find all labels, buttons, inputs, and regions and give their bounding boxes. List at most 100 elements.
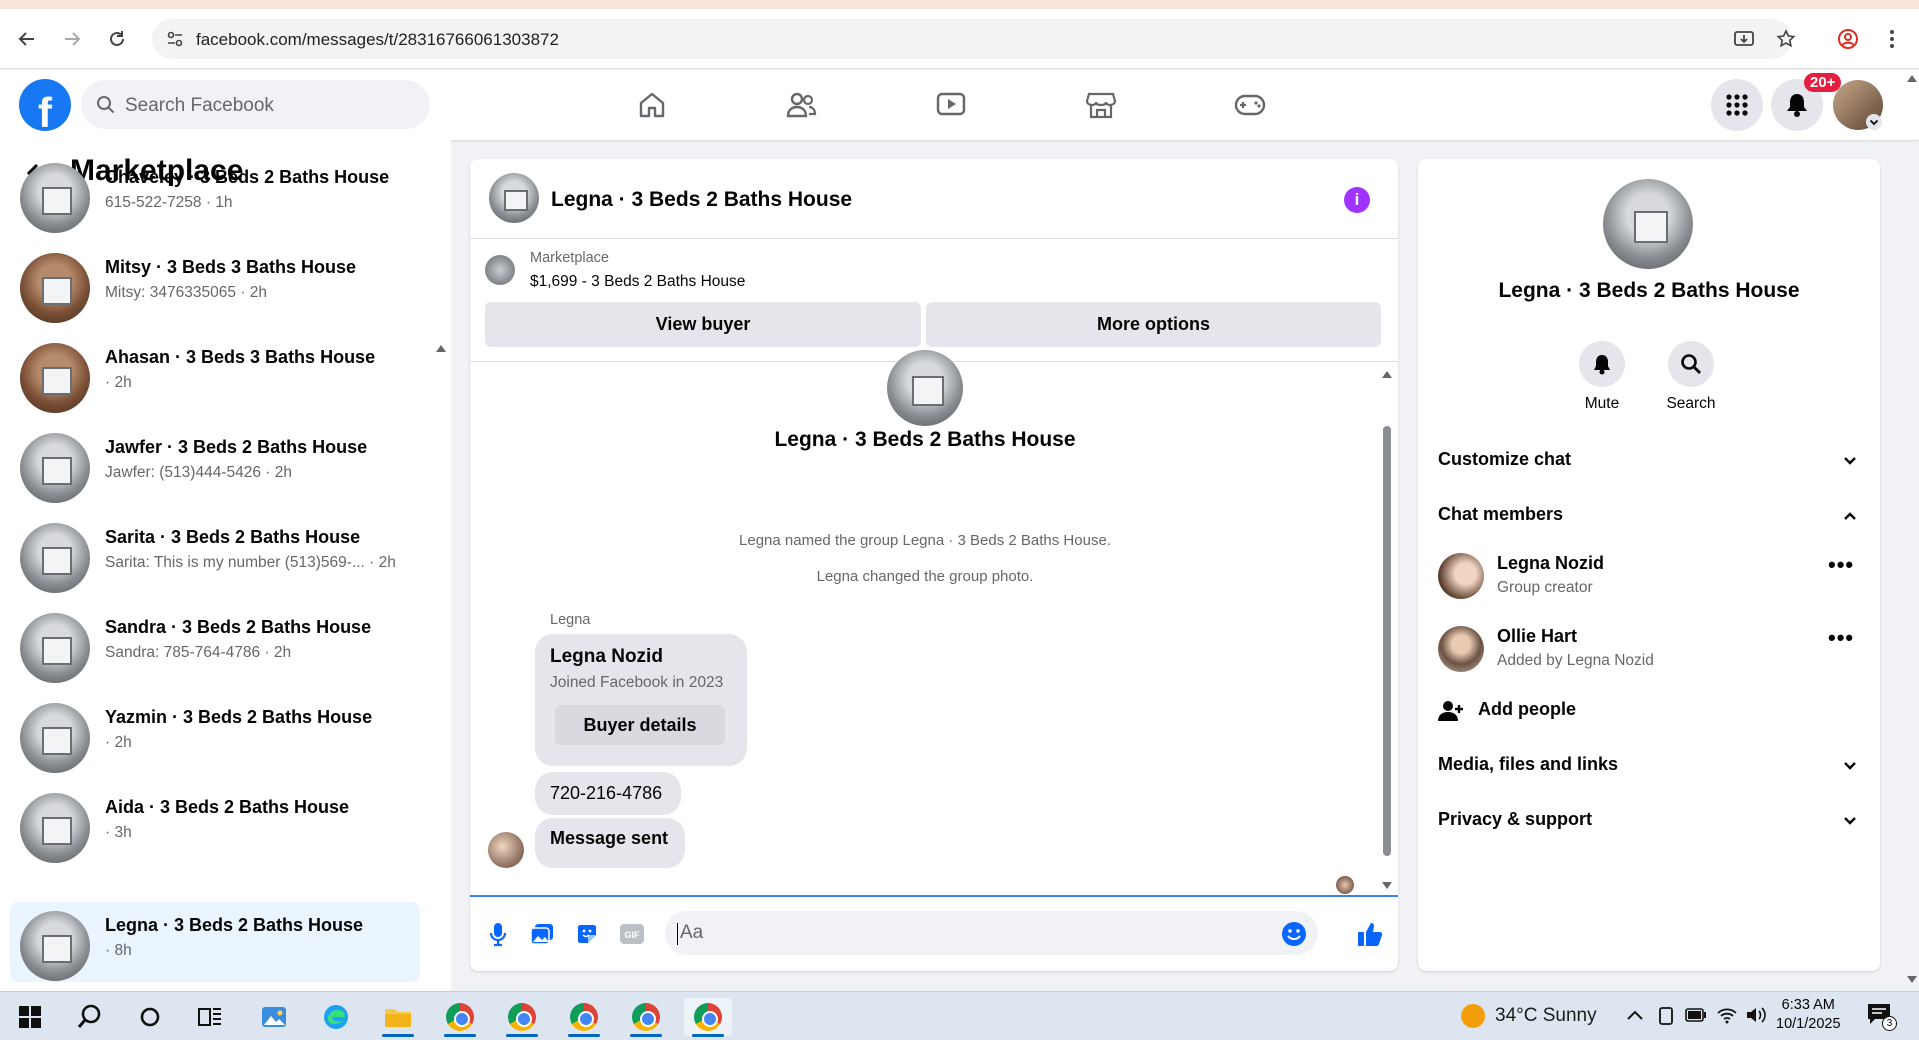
browser-menu-button[interactable] <box>1878 25 1906 53</box>
back-button[interactable] <box>13 25 41 53</box>
chat-item[interactable]: Yazmin · 3 Beds 2 Baths House · 2h <box>10 694 420 774</box>
mute-button[interactable]: Mute <box>1562 341 1642 413</box>
forward-button[interactable] <box>58 25 86 53</box>
scroll-down-icon[interactable] <box>1382 882 1392 890</box>
search-facebook-input[interactable]: Search Facebook <box>81 80 430 129</box>
scroll-thumb[interactable] <box>1383 426 1391 856</box>
member-avatar[interactable] <box>1438 626 1484 672</box>
buyer-profile-card: Legna Nozid Joined Facebook in 2023 Buye… <box>535 634 747 766</box>
microphone-icon <box>489 923 507 947</box>
chat-preview: · 8h <box>105 942 132 959</box>
nav-video[interactable] <box>931 86 971 124</box>
chrome-window-1[interactable] <box>436 998 484 1037</box>
bookmark-button[interactable] <box>1772 25 1800 53</box>
page-scrollbar[interactable] <box>1905 70 1919 991</box>
chat-photo[interactable] <box>489 173 539 223</box>
meet-now-icon[interactable] <box>1657 1006 1675 1026</box>
chevron-down-icon[interactable] <box>1866 114 1882 130</box>
chat-item[interactable]: Chaveley · 3 Beds 2 Baths House 615-522-… <box>10 154 420 234</box>
install-app-button[interactable] <box>1730 25 1758 53</box>
view-buyer-button[interactable]: View buyer <box>485 302 921 347</box>
send-like-button[interactable] <box>1355 919 1385 949</box>
facebook-logo-icon[interactable]: f <box>19 79 71 131</box>
chevron-down-icon <box>1844 457 1856 465</box>
chat-item[interactable]: Sandra · 3 Beds 2 Baths House Sandra: 78… <box>10 604 420 684</box>
action-center-button[interactable]: 3 <box>1866 1002 1897 1032</box>
media-files-links-section[interactable]: Media, files and links <box>1438 754 1858 775</box>
system-clock[interactable]: 6:33 AM 10/1/2025 <box>1776 996 1841 1034</box>
chat-item[interactable]: Jawfer · 3 Beds 2 Baths House Jawfer: (5… <box>10 424 420 504</box>
sticker-button[interactable] <box>574 921 600 947</box>
chrome-window-3[interactable] <box>560 998 608 1037</box>
chat-name: Ahasan · 3 Beds 3 Baths House <box>105 347 376 367</box>
message-bubble[interactable]: Message sent <box>535 818 685 868</box>
edge-browser-icon[interactable] <box>312 998 360 1036</box>
scroll-up-icon[interactable] <box>1907 74 1917 82</box>
member-name[interactable]: Ollie Hart <box>1497 626 1577 647</box>
sidebar-scrollbar[interactable] <box>434 200 448 1040</box>
search-in-chat-button[interactable]: Search <box>1651 341 1731 413</box>
scroll-down-icon[interactable] <box>1907 976 1917 984</box>
wifi-icon[interactable] <box>1716 1005 1738 1025</box>
arrow-left-icon <box>18 32 34 46</box>
scroll-up-icon[interactable] <box>1382 370 1392 378</box>
system-message: Legna changed the group photo. <box>816 568 1034 585</box>
thread-scrollbar[interactable] <box>1380 370 1394 890</box>
buyer-details-button[interactable]: Buyer details <box>555 705 725 745</box>
photos-app-icon[interactable] <box>250 998 298 1036</box>
profile-button[interactable] <box>1834 25 1862 53</box>
chat-item-active[interactable]: Legna · 3 Beds 2 Baths House · 8h <box>10 902 420 982</box>
file-explorer-icon[interactable] <box>374 998 422 1037</box>
info-icon[interactable]: i <box>1344 187 1370 213</box>
emoji-icon[interactable] <box>1281 921 1307 947</box>
nav-marketplace[interactable] <box>1081 86 1121 124</box>
gif-button[interactable]: GIF <box>619 921 645 947</box>
chat-item[interactable]: Ahasan · 3 Beds 3 Baths House · 2h <box>10 334 420 414</box>
message-bubble[interactable]: 720-216-4786 <box>535 772 681 815</box>
chrome-window-active[interactable] <box>684 998 732 1037</box>
more-options-button[interactable]: More options <box>926 302 1381 347</box>
facebook-header: f Search Facebook 20+ <box>0 70 1919 140</box>
battery-icon[interactable] <box>1685 1008 1707 1022</box>
message-input[interactable]: Aa <box>665 911 1318 955</box>
chrome-window-2[interactable] <box>498 998 546 1037</box>
customize-chat-section[interactable]: Customize chat <box>1438 449 1858 470</box>
member-options-button[interactable]: ••• <box>1828 625 1854 651</box>
nav-home[interactable] <box>632 86 672 124</box>
member-name[interactable]: Legna Nozid <box>1497 553 1604 574</box>
chat-item[interactable]: Aida · 3 Beds 2 Baths House · 3h <box>10 784 420 864</box>
member-options-button[interactable]: ••• <box>1828 552 1854 578</box>
volume-icon[interactable] <box>1745 1005 1767 1025</box>
chat-info-panel: Legna · 3 Beds 2 Baths House Mute Search… <box>1418 159 1880 971</box>
chrome-window-4[interactable] <box>622 998 670 1037</box>
nav-gaming[interactable] <box>1230 86 1270 124</box>
task-view-button[interactable] <box>186 998 234 1036</box>
chat-item[interactable]: Mitsy · 3 Beds 3 Baths House Mitsy: 3476… <box>10 244 420 324</box>
add-people-button[interactable]: Add people <box>1438 699 1858 721</box>
start-button[interactable] <box>6 998 54 1036</box>
privacy-support-section[interactable]: Privacy & support <box>1438 809 1858 830</box>
voice-clip-button[interactable] <box>485 921 511 947</box>
buyer-name: Legna Nozid <box>550 646 663 667</box>
site-settings-icon[interactable] <box>166 30 184 48</box>
conversation-title[interactable]: Legna · 3 Beds 2 Baths House <box>551 188 852 212</box>
menu-button[interactable] <box>1711 79 1763 131</box>
grid-menu-icon <box>1726 94 1748 116</box>
scroll-up-icon[interactable] <box>436 344 446 352</box>
reload-button[interactable] <box>103 25 131 53</box>
taskbar-search-button[interactable] <box>66 998 114 1036</box>
seen-indicator-avatar <box>1336 876 1354 894</box>
chat-item[interactable]: Sarita · 3 Beds 2 Baths House Sarita: Th… <box>10 514 420 594</box>
address-bar[interactable]: facebook.com/messages/t/2831676606130387… <box>152 19 1792 59</box>
attach-photo-button[interactable] <box>529 921 555 947</box>
install-icon <box>1734 31 1754 46</box>
sender-avatar[interactable] <box>488 832 524 868</box>
listing-price-title[interactable]: $1,699 - 3 Beds 2 Baths House <box>530 273 745 291</box>
cortana-button[interactable] <box>126 998 174 1036</box>
chevron-up-icon[interactable] <box>1626 1009 1644 1021</box>
group-photo-large[interactable] <box>1603 179 1693 269</box>
chat-members-section[interactable]: Chat members <box>1438 504 1858 525</box>
nav-friends[interactable] <box>781 86 821 124</box>
member-avatar[interactable] <box>1438 553 1484 599</box>
weather-widget[interactable]: 34°C Sunny <box>1461 1004 1597 1028</box>
